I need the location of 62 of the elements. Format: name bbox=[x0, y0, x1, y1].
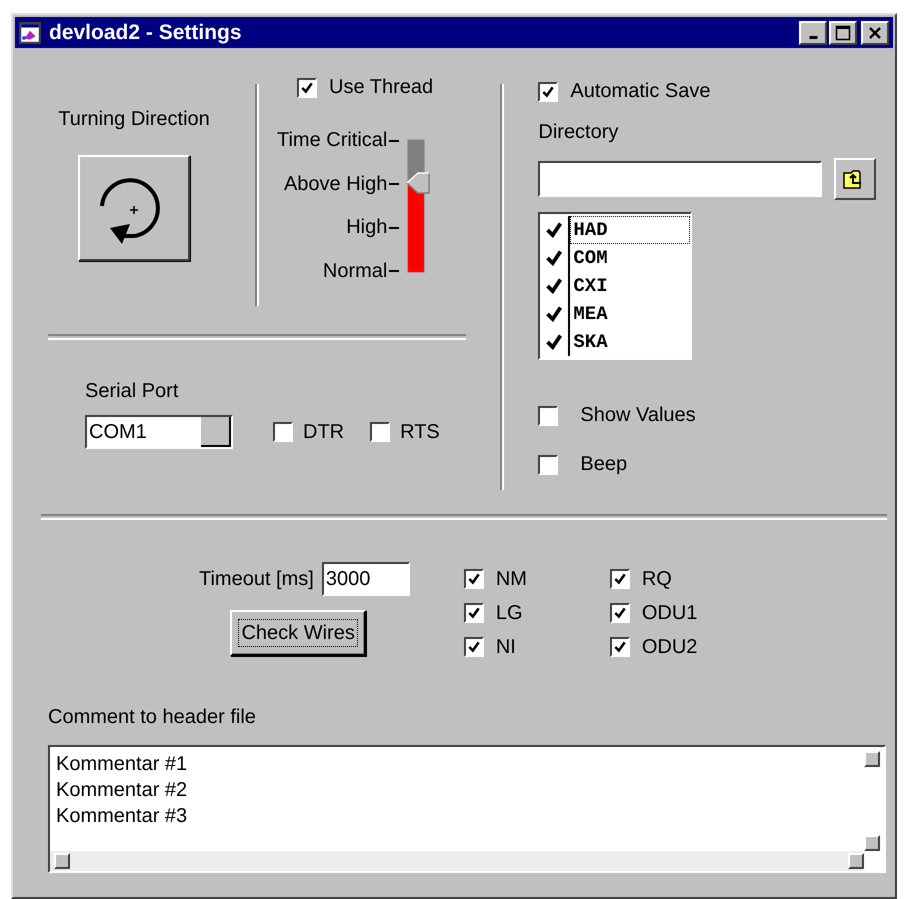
minimize-button[interactable] bbox=[799, 20, 827, 44]
option-checkbox[interactable]: Show Values bbox=[538, 404, 895, 427]
check-icon bbox=[545, 277, 564, 295]
wire-checkbox[interactable]: NM bbox=[464, 562, 610, 596]
check-icon bbox=[466, 572, 481, 586]
file-type-item[interactable]: COM bbox=[570, 244, 690, 272]
check-icon bbox=[466, 606, 481, 620]
check-icon bbox=[541, 84, 556, 98]
maximize-button[interactable] bbox=[829, 20, 857, 44]
check-icon bbox=[612, 640, 627, 654]
comment-line: Kommentar #3 bbox=[56, 804, 188, 829]
port-option-checkbox[interactable]: RTS bbox=[370, 420, 440, 444]
automatic-save-checkbox[interactable]: Automatic Save bbox=[538, 80, 895, 103]
wire-checkbox[interactable]: NI bbox=[464, 630, 610, 664]
file-type-item[interactable]: CXI bbox=[570, 272, 690, 300]
wire-checkbox[interactable]: ODU2 bbox=[610, 630, 756, 664]
check-icon bbox=[545, 305, 564, 323]
scroll-button[interactable] bbox=[848, 853, 864, 869]
comment-label: Comment to header file bbox=[48, 706, 257, 729]
browse-folder-button[interactable] bbox=[834, 158, 876, 200]
close-button[interactable] bbox=[861, 20, 889, 44]
check-wires-button[interactable]: Check Wires bbox=[230, 610, 366, 656]
scroll-button[interactable] bbox=[864, 751, 880, 767]
scroll-button[interactable] bbox=[864, 835, 880, 851]
priority-label: Above High bbox=[284, 172, 388, 196]
scroll-button[interactable] bbox=[54, 853, 70, 869]
timeout-label: Timeout [ms] bbox=[199, 568, 314, 590]
window-title: devload2 - Settings bbox=[49, 20, 242, 44]
check-icon bbox=[612, 572, 627, 586]
check-icon bbox=[466, 640, 481, 654]
directory-label: Directory bbox=[538, 121, 620, 144]
serial-port-label: Serial Port bbox=[85, 380, 178, 402]
port-option-checkbox[interactable]: DTR bbox=[273, 420, 344, 444]
comment-line: Kommentar #2 bbox=[56, 778, 188, 803]
timeout-field[interactable]: 3000 bbox=[322, 562, 410, 596]
file-type-item[interactable]: HAD bbox=[570, 216, 690, 244]
slider-thumb[interactable] bbox=[406, 172, 430, 194]
priority-label: High bbox=[346, 216, 388, 240]
file-type-item[interactable]: MEA bbox=[570, 300, 690, 328]
turning-direction-label: Turning Direction bbox=[58, 108, 210, 131]
check-icon bbox=[545, 249, 564, 267]
close-icon bbox=[868, 26, 882, 40]
app-icon bbox=[19, 22, 41, 44]
comment-line: Kommentar #1 bbox=[56, 752, 188, 777]
serial-port-dropdown[interactable]: COM1 bbox=[85, 415, 233, 449]
directory-field[interactable] bbox=[538, 161, 822, 197]
priority-label: Normal bbox=[322, 260, 388, 283]
wire-checkbox[interactable]: ODU1 bbox=[610, 596, 756, 630]
wire-checkbox[interactable]: LG bbox=[464, 596, 610, 630]
wire-checkbox[interactable]: RQ bbox=[610, 562, 756, 596]
turning-direction-button[interactable] bbox=[78, 155, 190, 261]
check-icon bbox=[300, 80, 314, 94]
check-icon bbox=[612, 606, 627, 620]
check-icon bbox=[545, 221, 564, 239]
file-type-item[interactable]: SKA bbox=[570, 328, 690, 356]
minimize-icon bbox=[808, 36, 818, 39]
use-thread-checkbox[interactable]: Use Thread bbox=[297, 76, 479, 99]
check-icon bbox=[545, 333, 564, 351]
option-checkbox[interactable]: Beep bbox=[538, 453, 895, 476]
priority-label: Time Critical bbox=[277, 129, 388, 152]
maximize-icon bbox=[835, 24, 851, 40]
comment-field[interactable]: Kommentar #1 Kommentar #2 Kommentar #3 bbox=[48, 745, 886, 873]
